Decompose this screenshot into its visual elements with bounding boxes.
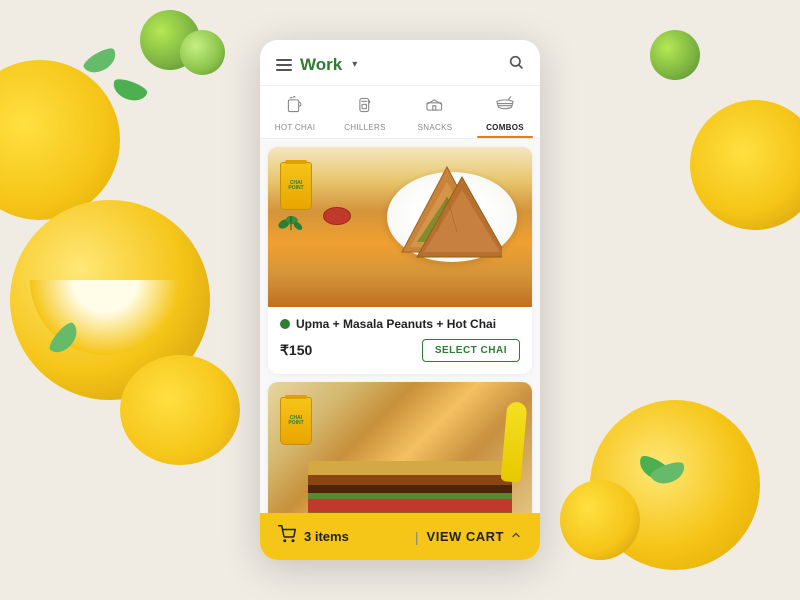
cart-divider: | [415, 529, 419, 545]
select-chai-button-1[interactable]: SELECT CHAI [422, 339, 520, 362]
product-image-samosa: CHAIPOINT [268, 147, 532, 307]
bg-lemon-r3 [560, 480, 640, 560]
tab-hot-chai-label: HOT CHAI [275, 123, 315, 132]
product-image-sandwich: CHAIPOINT [268, 382, 532, 513]
header-left: Work ▾ [276, 55, 357, 75]
product-card-1: CHAIPOINT [268, 147, 532, 374]
cart-item-count: 3 items [304, 529, 349, 544]
content-area: CHAIPOINT [260, 139, 540, 513]
tab-snacks-label: SNACKS [418, 123, 453, 132]
veg-indicator-1 [280, 319, 290, 329]
search-button[interactable] [508, 54, 524, 75]
samosa-image: CHAIPOINT [268, 147, 532, 307]
chevron-up-icon [510, 529, 522, 544]
category-tabs: HOT CHAI CHILLERS SNACKS [260, 86, 540, 139]
product-name-row-1: Upma + Masala Peanuts + Hot Chai [280, 317, 520, 331]
bg-lime-1 [140, 10, 200, 70]
cart-bar[interactable]: 3 items | VIEW CART [260, 513, 540, 560]
leaf-1 [81, 45, 120, 78]
leaf-5 [649, 459, 688, 488]
view-cart-section[interactable]: | VIEW CART [415, 529, 522, 545]
leaf-3 [46, 320, 82, 358]
phone-container: Work ▾ HOT CHAI [260, 40, 540, 560]
view-cart-button[interactable]: VIEW CART [427, 529, 522, 544]
tab-combos-label: COMBOS [486, 123, 524, 132]
bg-lemon-1 [0, 60, 120, 220]
tab-snacks[interactable]: SNACKS [400, 86, 470, 138]
app-header: Work ▾ [260, 40, 540, 86]
product-info-1: Upma + Masala Peanuts + Hot Chai ₹150 SE… [268, 307, 532, 374]
tab-chillers[interactable]: CHILLERS [330, 86, 400, 138]
leaf-2 [110, 76, 149, 105]
product-footer-1: ₹150 SELECT CHAI [280, 339, 520, 362]
bg-lime-r1 [650, 30, 700, 80]
bg-lime-2 [180, 30, 225, 75]
bg-lemon-half [30, 280, 180, 355]
tab-chillers-label: CHILLERS [344, 123, 386, 132]
bg-lemon-r2 [590, 400, 760, 570]
cart-icon [278, 525, 296, 548]
product-price-1: ₹150 [280, 342, 312, 359]
location-title: Work [300, 55, 342, 75]
product-name-1: Upma + Masala Peanuts + Hot Chai [296, 317, 496, 331]
bg-lemon-3 [120, 350, 240, 470]
bg-lemon-r1 [690, 100, 800, 230]
sandwich-image: CHAIPOINT [268, 382, 532, 513]
cart-left: 3 items [278, 525, 349, 548]
view-cart-label: VIEW CART [427, 529, 504, 544]
menu-icon[interactable] [276, 59, 292, 71]
leaf-4 [635, 452, 674, 485]
snacks-icon [424, 94, 446, 119]
tab-hot-chai[interactable]: HOT CHAI [260, 86, 330, 138]
dropdown-arrow-icon[interactable]: ▾ [352, 59, 357, 70]
product-card-2: CHAIPOINT Sandwich + Hot Chai ₹120 SELEC… [268, 382, 532, 513]
combos-icon [494, 94, 516, 119]
tab-combos[interactable]: COMBOS [470, 86, 540, 138]
hot-chai-icon [284, 94, 306, 119]
chillers-icon [354, 94, 376, 119]
bg-lemon-2 [10, 200, 210, 400]
